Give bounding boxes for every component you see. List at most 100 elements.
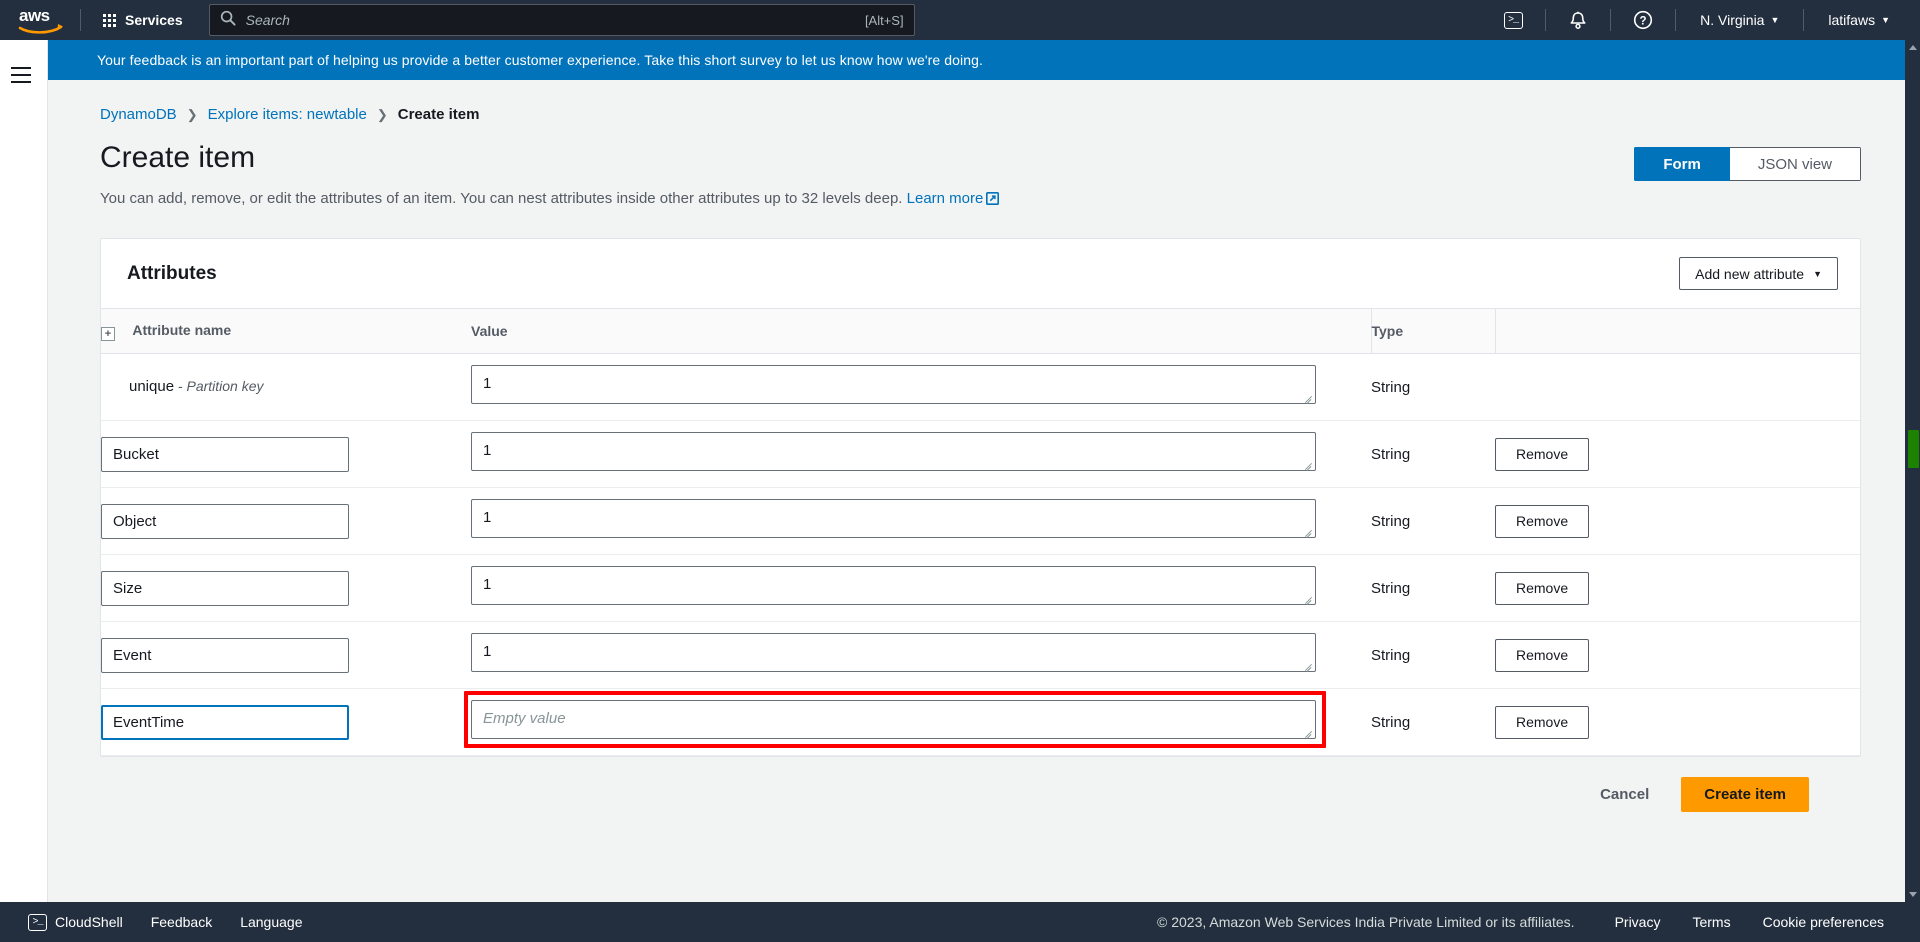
remove-attribute-button[interactable]: Remove (1495, 504, 1590, 538)
help-question-icon[interactable]: ? (1625, 5, 1661, 35)
cookie-preferences-link[interactable]: Cookie preferences (1749, 906, 1898, 938)
privacy-link[interactable]: Privacy (1601, 906, 1675, 938)
attribute-value-textarea[interactable] (471, 566, 1316, 605)
cloudshell-button[interactable]: >_ CloudShell (14, 906, 137, 939)
column-header-value: Value (471, 308, 1371, 354)
attributes-table: + Attribute name Value Type unique - Par… (101, 308, 1860, 756)
partition-key-label: unique - Partition key (101, 378, 264, 395)
services-label: Services (125, 12, 183, 28)
nav-divider (1545, 9, 1547, 31)
breadcrumb-item-explore-items[interactable]: Explore items: newtable (208, 106, 367, 123)
attribute-name-input[interactable] (101, 436, 349, 472)
attribute-name-input[interactable] (101, 503, 349, 539)
value-input-wrapper (471, 365, 1316, 404)
column-header-actions (1494, 308, 1860, 354)
attribute-value-textarea[interactable] (471, 432, 1316, 471)
learn-more-link[interactable]: Learn more (907, 190, 1000, 207)
attributes-heading: Attributes (127, 262, 217, 284)
feedback-survey-banner[interactable]: Your feedback is an important part of he… (48, 40, 1920, 80)
breadcrumb-item-dynamodb[interactable]: DynamoDB (100, 106, 177, 123)
notifications-bell-icon[interactable] (1560, 5, 1596, 35)
services-menu-button[interactable]: Services (95, 6, 191, 34)
terms-link[interactable]: Terms (1678, 906, 1744, 938)
cell-attribute-type: String (1371, 487, 1495, 555)
remove-attribute-button[interactable]: Remove (1495, 705, 1590, 739)
cancel-button[interactable]: Cancel (1590, 778, 1659, 811)
attributes-table-body: unique - Partition keyStringStringRemove… (101, 353, 1860, 756)
value-input-wrapper (471, 499, 1316, 538)
attribute-value-textarea[interactable] (471, 365, 1316, 404)
region-selector[interactable]: N. Virginia ▼ (1690, 6, 1789, 34)
add-new-attribute-button[interactable]: Add new attribute ▼ (1679, 257, 1838, 290)
scrollbar-thumb[interactable] (1908, 430, 1919, 468)
cell-attribute-value (471, 487, 1371, 555)
top-navigation-bar: aws Services Search [Alt+S] >_ ? N. Virg… (0, 0, 1920, 40)
table-row: StringRemove (101, 554, 1860, 622)
partition-key-suffix: - Partition key (174, 378, 264, 394)
remove-attribute-button[interactable]: Remove (1495, 437, 1590, 471)
cell-attribute-type: String (1371, 353, 1495, 421)
cell-attribute-name (101, 420, 471, 488)
bottom-status-bar: >_ CloudShell Feedback Language © 2023, … (0, 902, 1920, 942)
navigation-toggle-icon[interactable] (11, 64, 37, 86)
nav-divider (1610, 9, 1612, 31)
aws-logo-icon[interactable]: aws (18, 5, 66, 35)
attribute-name-input[interactable] (101, 637, 349, 673)
external-link-icon (986, 192, 1000, 209)
cell-actions: Remove (1495, 420, 1860, 488)
remove-attribute-button[interactable]: Remove (1495, 571, 1590, 605)
chevron-down-icon: ▼ (1770, 15, 1780, 25)
banner-text: Your feedback is an important part of he… (97, 52, 984, 68)
table-row: StringRemove (101, 487, 1860, 555)
grid-icon (103, 13, 116, 27)
cell-actions: Remove (1495, 554, 1860, 622)
cell-actions: Remove (1495, 621, 1860, 689)
cell-attribute-name: unique - Partition key (101, 353, 471, 421)
tab-json-view[interactable]: JSON view (1729, 147, 1861, 181)
bottom-bar-right-group: © 2023, Amazon Web Services India Privat… (1157, 906, 1898, 938)
global-search-box[interactable]: Search [Alt+S] (208, 4, 915, 36)
language-link[interactable]: Language (226, 906, 316, 938)
nav-divider (1803, 9, 1805, 31)
chevron-down-icon: ▼ (1881, 15, 1890, 25)
remove-attribute-button[interactable]: Remove (1495, 638, 1590, 672)
scroll-down-arrow-icon[interactable] (1905, 887, 1920, 902)
table-row: StringRemove (101, 688, 1860, 756)
value-input-wrapper (471, 566, 1316, 605)
cell-attribute-type: String (1371, 621, 1495, 689)
column-header-attribute-name-label: Attribute name (132, 321, 232, 338)
chevron-right-icon: ❯ (376, 106, 388, 122)
attribute-value-textarea[interactable] (471, 700, 1316, 739)
cloudshell-icon[interactable]: >_ (1495, 5, 1531, 35)
copyright-text: © 2023, Amazon Web Services India Privat… (1157, 914, 1575, 930)
attribute-name-text: unique (129, 378, 175, 395)
main-content: DynamoDB ❯ Explore items: newtable ❯ Cre… (48, 80, 1913, 902)
page-header-row: Create item Form JSON view (100, 141, 1861, 181)
table-row: unique - Partition key String (101, 353, 1860, 421)
cell-attribute-name (101, 621, 471, 689)
account-label: latifaws (1828, 12, 1876, 28)
cell-attribute-type: String (1371, 554, 1495, 622)
cell-attribute-value (471, 621, 1371, 689)
page-scrollbar[interactable] (1905, 40, 1920, 902)
region-label: N. Virginia (1700, 12, 1765, 28)
scroll-up-arrow-icon[interactable] (1905, 40, 1920, 55)
attribute-name-input[interactable] (101, 704, 349, 740)
nav-divider (80, 9, 81, 31)
create-item-button[interactable]: Create item (1681, 777, 1809, 812)
cloudshell-glyph: >_ (28, 913, 47, 931)
attribute-value-textarea[interactable] (471, 633, 1316, 672)
cell-attribute-value (471, 420, 1371, 488)
value-input-wrapper (471, 432, 1316, 471)
breadcrumb: DynamoDB ❯ Explore items: newtable ❯ Cre… (100, 106, 1913, 123)
attribute-value-textarea[interactable] (471, 499, 1316, 538)
cloudshell-label: CloudShell (55, 914, 123, 930)
nav-divider (1675, 9, 1677, 31)
feedback-link[interactable]: Feedback (137, 906, 226, 938)
attribute-name-input[interactable] (101, 570, 349, 606)
expand-all-icon[interactable]: + (101, 326, 115, 341)
tab-form[interactable]: Form (1634, 147, 1730, 181)
left-rail (0, 40, 48, 902)
attributes-panel-header: Attributes Add new attribute ▼ (101, 239, 1860, 308)
account-menu[interactable]: latifaws ▼ (1818, 6, 1900, 34)
